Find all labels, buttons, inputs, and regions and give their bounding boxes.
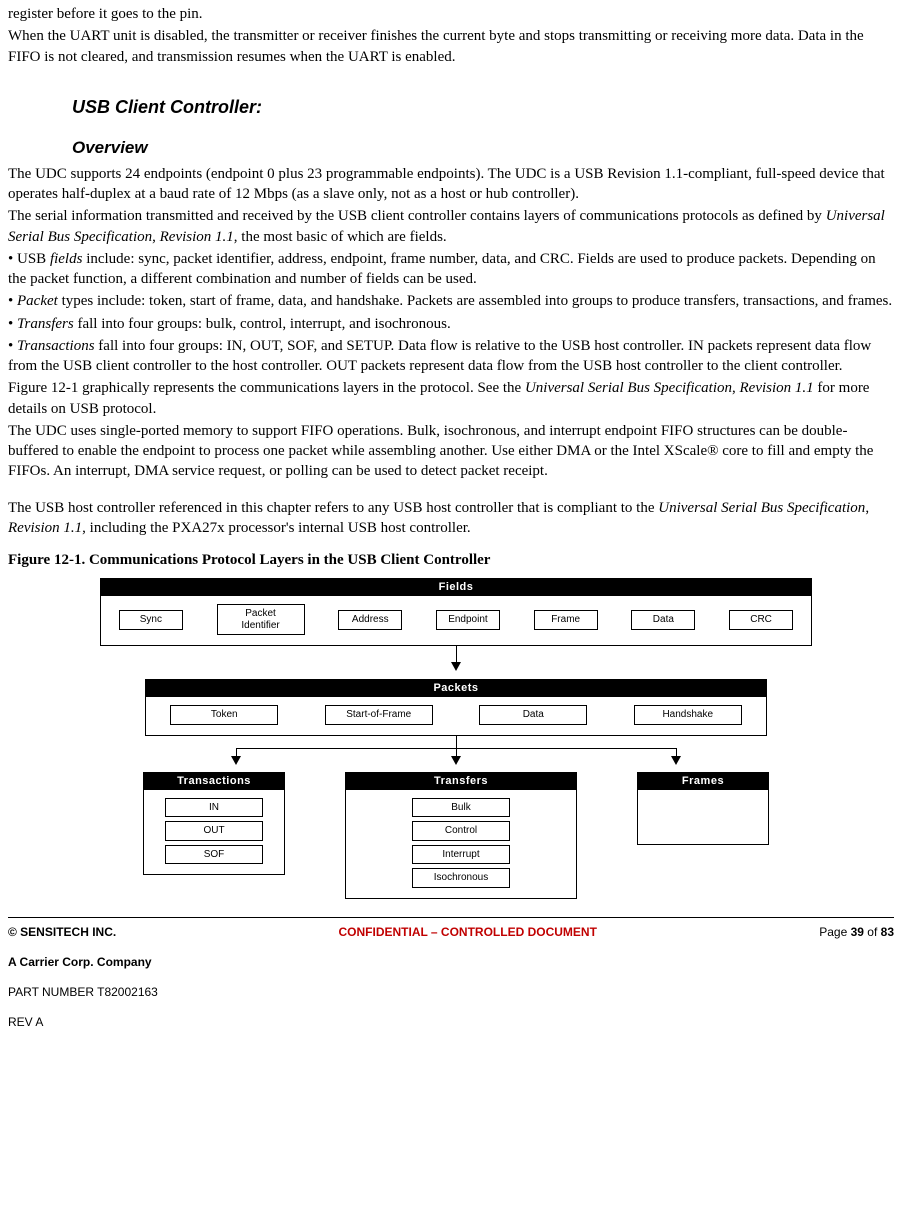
connector-fanout xyxy=(96,736,816,764)
packet-handshake: Handshake xyxy=(634,705,742,725)
transaction-sof: SOF xyxy=(165,845,263,865)
packet-start-of-frame: Start-of-Frame xyxy=(325,705,433,725)
frames-title: Frames xyxy=(638,773,768,790)
host-controller-note: The USB host controller referenced in th… xyxy=(8,498,894,539)
overview-p2: The serial information transmitted and r… xyxy=(8,206,894,247)
bullet-transfers: • Transfers fall into four groups: bulk,… xyxy=(8,314,894,334)
transactions-title: Transactions xyxy=(144,773,284,790)
footer-revision: REV A xyxy=(8,1014,894,1030)
transfer-bulk: Bulk xyxy=(412,798,510,818)
bullet-packet: • Packet types include: token, start of … xyxy=(8,291,894,311)
footer-divider xyxy=(8,917,894,918)
page-current: 39 xyxy=(851,925,864,939)
text: include: sync, packet identifier, addres… xyxy=(8,251,876,287)
transactions-layer: Transactions IN OUT SOF xyxy=(143,772,285,875)
bullet-transactions: • Transactions fall into four groups: IN… xyxy=(8,336,894,377)
term: Transfers xyxy=(17,316,74,332)
footer-page-number: Page 39 of 83 xyxy=(819,924,894,940)
text: , xyxy=(732,380,740,396)
spec-title: Universal Serial Bus Specification xyxy=(525,380,732,396)
text: , including the PXA27x processor's inter… xyxy=(82,520,471,536)
udc-memory-paragraph: The UDC uses single-ported memory to sup… xyxy=(8,421,894,482)
footer-confidential: CONFIDENTIAL – CONTROLLED DOCUMENT xyxy=(116,924,819,940)
transfer-interrupt: Interrupt xyxy=(412,845,510,865)
text: fall into four groups: bulk, control, in… xyxy=(74,316,451,332)
transfers-layer: Transfers Bulk Control Interrupt Isochro… xyxy=(345,772,577,899)
text: The USB host controller referenced in th… xyxy=(8,500,658,516)
fields-title: Fields xyxy=(101,579,811,596)
text: types include: token, start of frame, da… xyxy=(58,293,892,309)
packet-data: Data xyxy=(479,705,587,725)
footer-part-number: PART NUMBER T82002163 xyxy=(8,984,894,1000)
packets-layer: Packets Token Start-of-Frame Data Handsh… xyxy=(145,679,767,735)
field-sync: Sync xyxy=(119,610,183,630)
figure-caption: Figure 12-1. Communications Protocol Lay… xyxy=(8,550,894,570)
text: • xyxy=(8,293,17,309)
field-address: Address xyxy=(338,610,402,630)
page-total: 83 xyxy=(881,925,894,939)
text: Figure 12-1 graphically represents the c… xyxy=(8,380,525,396)
protocol-layers-diagram: Fields Sync Packet Identifier Address En… xyxy=(18,578,894,898)
footer-company: A Carrier Corp. Company xyxy=(8,954,894,970)
text: fall into four groups: IN, OUT, SOF, and… xyxy=(8,338,871,374)
overview-p1: The UDC supports 24 endpoints (endpoint … xyxy=(8,164,894,205)
transfers-title: Transfers xyxy=(346,773,576,790)
spec-rev: Revision 1.1 xyxy=(160,229,234,245)
transaction-out: OUT xyxy=(165,821,263,841)
term: Packet xyxy=(17,293,58,309)
text: of xyxy=(864,925,881,939)
field-endpoint: Endpoint xyxy=(436,610,500,630)
footer-copyright: © SENSITECH INC. xyxy=(8,924,116,940)
text: , xyxy=(865,500,869,516)
intro-paragraph: When the UART unit is disabled, the tran… xyxy=(8,26,894,67)
field-packet-identifier: Packet Identifier xyxy=(217,604,305,635)
spec-rev: Revision 1.1 xyxy=(8,520,82,536)
text: • xyxy=(8,316,17,332)
packet-token: Token xyxy=(170,705,278,725)
fields-layer: Fields Sync Packet Identifier Address En… xyxy=(100,578,812,646)
intro-line-1: register before it goes to the pin. xyxy=(8,4,894,24)
text: • USB xyxy=(8,251,50,267)
transfer-control: Control xyxy=(412,821,510,841)
footer-row: © SENSITECH INC. CONFIDENTIAL – CONTROLL… xyxy=(8,924,894,940)
text: , xyxy=(152,229,160,245)
text: The serial information transmitted and r… xyxy=(8,208,826,224)
field-frame: Frame xyxy=(534,610,598,630)
field-crc: CRC xyxy=(729,610,793,630)
term: fields xyxy=(50,251,83,267)
field-data: Data xyxy=(631,610,695,630)
text: , the most basic of which are fields. xyxy=(234,229,447,245)
heading-overview: Overview xyxy=(72,137,894,160)
bottom-layers-row: Transactions IN OUT SOF Transfers Bulk C… xyxy=(96,772,816,899)
bullet-fields: • USB fields include: sync, packet ident… xyxy=(8,249,894,290)
frames-layer: Frames xyxy=(637,772,769,845)
term: Transactions xyxy=(17,338,95,354)
packets-title: Packets xyxy=(146,680,766,697)
spec-rev: Revision 1.1 xyxy=(740,380,814,396)
heading-usb-client-controller: USB Client Controller: xyxy=(72,95,894,119)
arrow-down-icon xyxy=(451,662,461,671)
transaction-in: IN xyxy=(165,798,263,818)
transfer-isochronous: Isochronous xyxy=(412,868,510,888)
text: • xyxy=(8,338,17,354)
text: Page xyxy=(819,925,850,939)
spec-title: Universal Serial Bus Specification xyxy=(658,500,865,516)
connector-line xyxy=(456,646,457,662)
figure-reference: Figure 12-1 graphically represents the c… xyxy=(8,378,894,419)
